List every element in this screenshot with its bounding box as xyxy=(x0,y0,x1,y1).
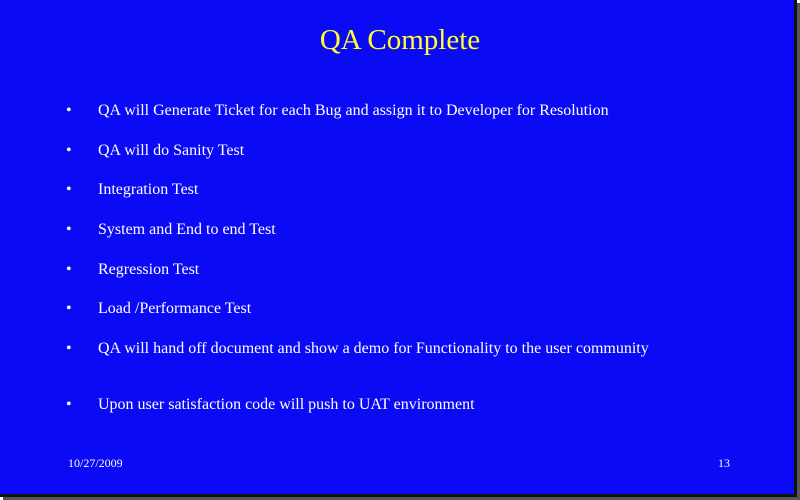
bullet-icon: • xyxy=(66,396,72,413)
bullet-text: QA will Generate Ticket for each Bug and… xyxy=(98,102,609,119)
bullet-icon: • xyxy=(66,142,72,159)
bullet-text: Regression Test xyxy=(98,261,200,278)
page-number: 13 xyxy=(718,456,730,470)
bullet-icon: • xyxy=(66,300,72,317)
bullet-icon: • xyxy=(66,340,72,357)
bullet-icon: • xyxy=(66,102,72,119)
bullet-text: System and End to end Test xyxy=(98,221,276,238)
bullet-text: QA will do Sanity Test xyxy=(98,142,245,159)
bullet-text: Integration Test xyxy=(98,181,199,198)
slide-title: QA Complete xyxy=(319,24,481,56)
bullet-icon: • xyxy=(66,221,72,238)
bullet-text: QA will hand off document and show a dem… xyxy=(98,340,649,357)
bullet-icon: • xyxy=(66,261,72,278)
bullet-icon: • xyxy=(66,181,72,198)
bullet-text: Upon user satisfaction code will push to… xyxy=(98,396,475,413)
slide: QA Complete • QA will Generate Ticket fo… xyxy=(0,0,797,497)
footer-date: 10/27/2009 xyxy=(68,456,123,470)
bullet-text: Load /Performance Test xyxy=(98,300,252,317)
